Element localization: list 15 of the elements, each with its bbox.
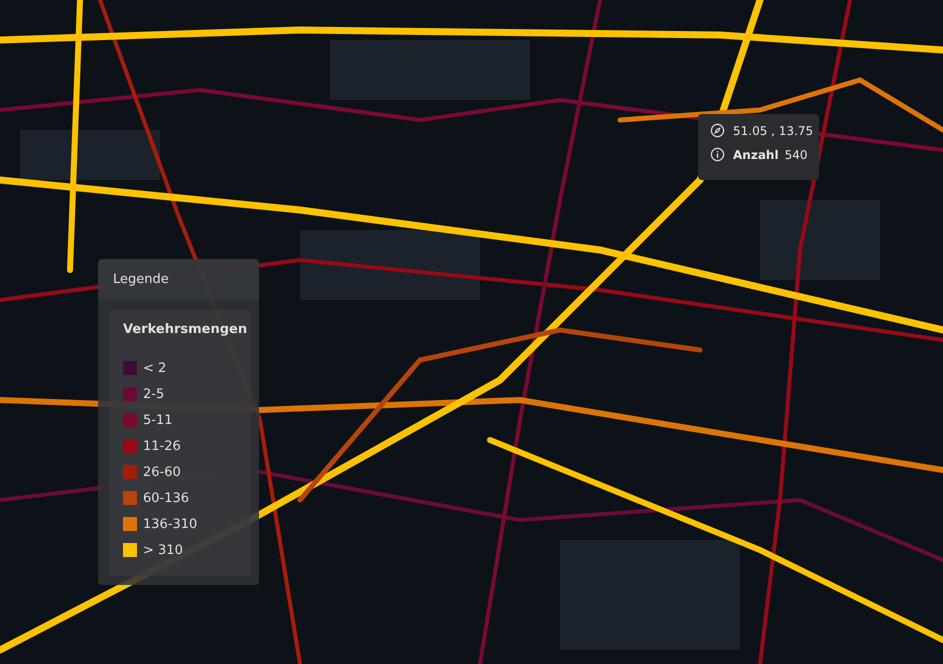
count-value: 540 xyxy=(784,148,808,162)
legend-label: 60-136 xyxy=(143,490,190,506)
legend-label: > 310 xyxy=(143,542,183,558)
count-label: Anzahl xyxy=(733,148,779,162)
legend-label: 136-310 xyxy=(143,516,198,532)
legend-label: 2-5 xyxy=(143,386,164,402)
coordinates-text: 51.05 , 13.75 xyxy=(733,124,814,138)
legend-label: 5-11 xyxy=(143,412,173,428)
info-icon xyxy=(710,147,725,162)
legend-label: 11-26 xyxy=(143,438,181,454)
compass-icon xyxy=(710,123,725,138)
legend-title: Legende xyxy=(113,272,169,286)
legend-heading: Verkehrsmengen xyxy=(123,322,248,337)
legend-label: < 2 xyxy=(143,360,166,376)
legend-label: 26-60 xyxy=(143,464,181,480)
